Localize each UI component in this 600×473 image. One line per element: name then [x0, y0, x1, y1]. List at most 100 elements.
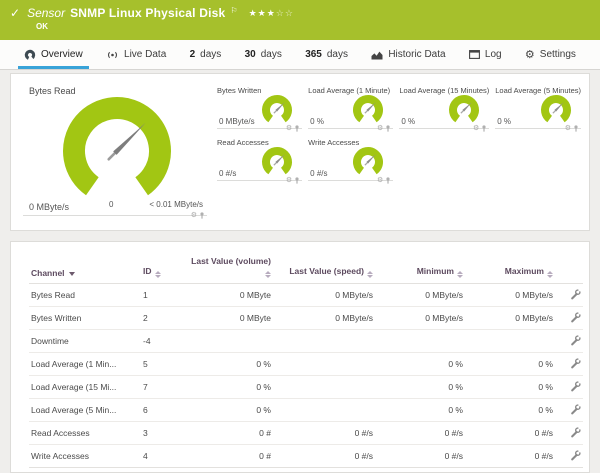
pin-icon[interactable] [385, 125, 391, 132]
tab-label: Historic Data [388, 49, 446, 60]
column-header-maximum[interactable]: Maximum [465, 250, 555, 284]
sort-icon [457, 271, 463, 278]
tab-365-days[interactable]: 365 days [303, 40, 350, 69]
gauge-needle [273, 102, 285, 114]
sort-icon [367, 271, 373, 278]
column-header-last-value-volume[interactable]: Last Value (volume) [181, 250, 273, 284]
gauge-needle [552, 102, 564, 114]
channels-panel: Channel ID Last Value (volume) Last Value (… [10, 241, 590, 473]
column-header-channel[interactable]: Channel [29, 250, 141, 284]
gear-icon[interactable]: ⚙ [377, 125, 383, 132]
tab-30-days[interactable]: 30 days [243, 40, 284, 69]
tab-historic-data[interactable]: Historic Data [369, 40, 447, 69]
table-row: Write Accesses 4 0 #0 #/s 0 #/s 0 #/s [29, 444, 583, 468]
wrench-edit-icon[interactable] [570, 311, 581, 323]
cell-channel[interactable]: Write Accesses [29, 444, 141, 468]
cell-maximum: 0 #/s [465, 421, 555, 445]
flag-icon[interactable]: ⚐ [230, 6, 237, 15]
status-badge: OK [36, 22, 48, 31]
cell-last_speed [273, 398, 375, 422]
column-label: Last Value (speed) [289, 266, 364, 276]
pin-icon[interactable] [573, 125, 579, 132]
cell-last_speed: 0 MByte/s [273, 306, 375, 330]
wrench-edit-icon[interactable] [570, 288, 581, 300]
cell-channel[interactable]: Bytes Written [29, 306, 141, 330]
cell-id: 6 [141, 398, 181, 422]
tab-log[interactable]: Log [467, 40, 504, 69]
gauge-current-value: 0 #/s [219, 169, 237, 178]
cell-last_volume: 0 % [181, 352, 273, 376]
gear-icon[interactable]: ⚙ [286, 177, 292, 184]
cell-id: 5 [141, 352, 181, 376]
cell-channel[interactable]: Read Accesses [29, 421, 141, 445]
cell-actions [555, 444, 583, 468]
cell-channel[interactable]: Load Average (1 Min... [29, 352, 141, 376]
cell-minimum: 0 % [375, 352, 465, 376]
cell-channel[interactable]: Load Average (5 Min... [29, 398, 141, 422]
column-header-minimum[interactable]: Minimum [375, 250, 465, 284]
cell-maximum: 0 % [465, 398, 555, 422]
tab-live-data[interactable]: Live Data [104, 40, 168, 69]
column-label: Last Value (volume) [191, 256, 271, 266]
gear-icon[interactable]: ⚙ [286, 125, 292, 132]
cell-actions [555, 421, 583, 445]
wrench-edit-icon[interactable] [570, 357, 581, 369]
cell-maximum: 0 #/s [465, 444, 555, 468]
cell-channel[interactable]: Bytes Read [29, 283, 141, 307]
gauge-title: Bytes Read [29, 86, 76, 96]
pin-icon[interactable] [481, 125, 487, 132]
wrench-edit-icon[interactable] [570, 403, 581, 415]
tab-2-days[interactable]: 2 days [188, 40, 224, 69]
gauge-load-average-1-minute: Load Average (1 Minute) 0 % ⚙ [308, 86, 394, 133]
column-label: Channel [31, 268, 65, 278]
sort-icon [265, 271, 271, 278]
gear-icon[interactable]: ⚙ [191, 212, 197, 219]
tab-number: 30 [244, 49, 256, 60]
column-header-id[interactable]: ID [141, 250, 181, 284]
overview-panel: Bytes Read 0 MByte/s 0 < 0.01 MByte/s ⚙ … [10, 73, 590, 231]
column-header-last-value-speed[interactable]: Last Value (speed) [273, 250, 375, 284]
wrench-edit-icon[interactable] [570, 426, 581, 438]
cell-channel[interactable]: Load Average (15 Mi... [29, 375, 141, 399]
gauge-dial [63, 97, 171, 205]
area-chart-icon [371, 50, 383, 60]
pin-icon[interactable] [294, 177, 300, 184]
gear-icon[interactable]: ⚙ [473, 125, 479, 132]
tab-settings[interactable]: ⚙ Settings [523, 40, 578, 69]
cell-id: -4 [141, 329, 181, 353]
star-rating[interactable]: ★★★☆☆ [249, 8, 294, 19]
cell-last_speed: 0 #/s [273, 421, 375, 445]
cell-last_volume: 0 MByte [181, 283, 273, 307]
stars-empty: ☆☆ [275, 8, 294, 18]
tab-label: days [200, 49, 222, 60]
cell-last_speed [273, 329, 375, 353]
pin-icon[interactable] [199, 212, 205, 219]
table-row: Load Average (5 Min... 6 0 % 0 % 0 % [29, 398, 583, 422]
gauge-needle [107, 122, 146, 161]
wrench-edit-icon[interactable] [570, 380, 581, 392]
cell-id: 3 [141, 421, 181, 445]
pin-icon[interactable] [294, 125, 300, 132]
gear-icon[interactable]: ⚙ [377, 177, 383, 184]
gear-icon[interactable]: ⚙ [565, 125, 571, 132]
wrench-edit-icon[interactable] [570, 334, 581, 346]
cell-minimum: 0 MByte/s [375, 283, 465, 307]
cell-id: 2 [141, 306, 181, 330]
cell-actions [555, 375, 583, 399]
gauge-icon [24, 49, 36, 61]
tab-label: Log [484, 49, 502, 60]
gauge-current-value: 0 % [310, 117, 324, 126]
cell-maximum [465, 329, 555, 353]
stars-filled: ★★★ [248, 8, 276, 18]
pin-icon[interactable] [385, 177, 391, 184]
cell-id: 4 [141, 444, 181, 468]
cell-channel[interactable]: Downtime [29, 329, 141, 353]
gear-icon: ⚙ [524, 49, 535, 61]
sort-icon [154, 271, 161, 278]
sort-desc-icon [68, 272, 75, 276]
tab-overview[interactable]: Overview [18, 40, 89, 69]
cell-minimum: 0 MByte/s [375, 306, 465, 330]
gauge-bytes-read: Bytes Read 0 MByte/s 0 < 0.01 MByte/s ⚙ [19, 80, 211, 224]
table-row: Load Average (1 Min... 5 0 % 0 % 0 % [29, 352, 583, 376]
wrench-edit-icon[interactable] [570, 449, 581, 461]
